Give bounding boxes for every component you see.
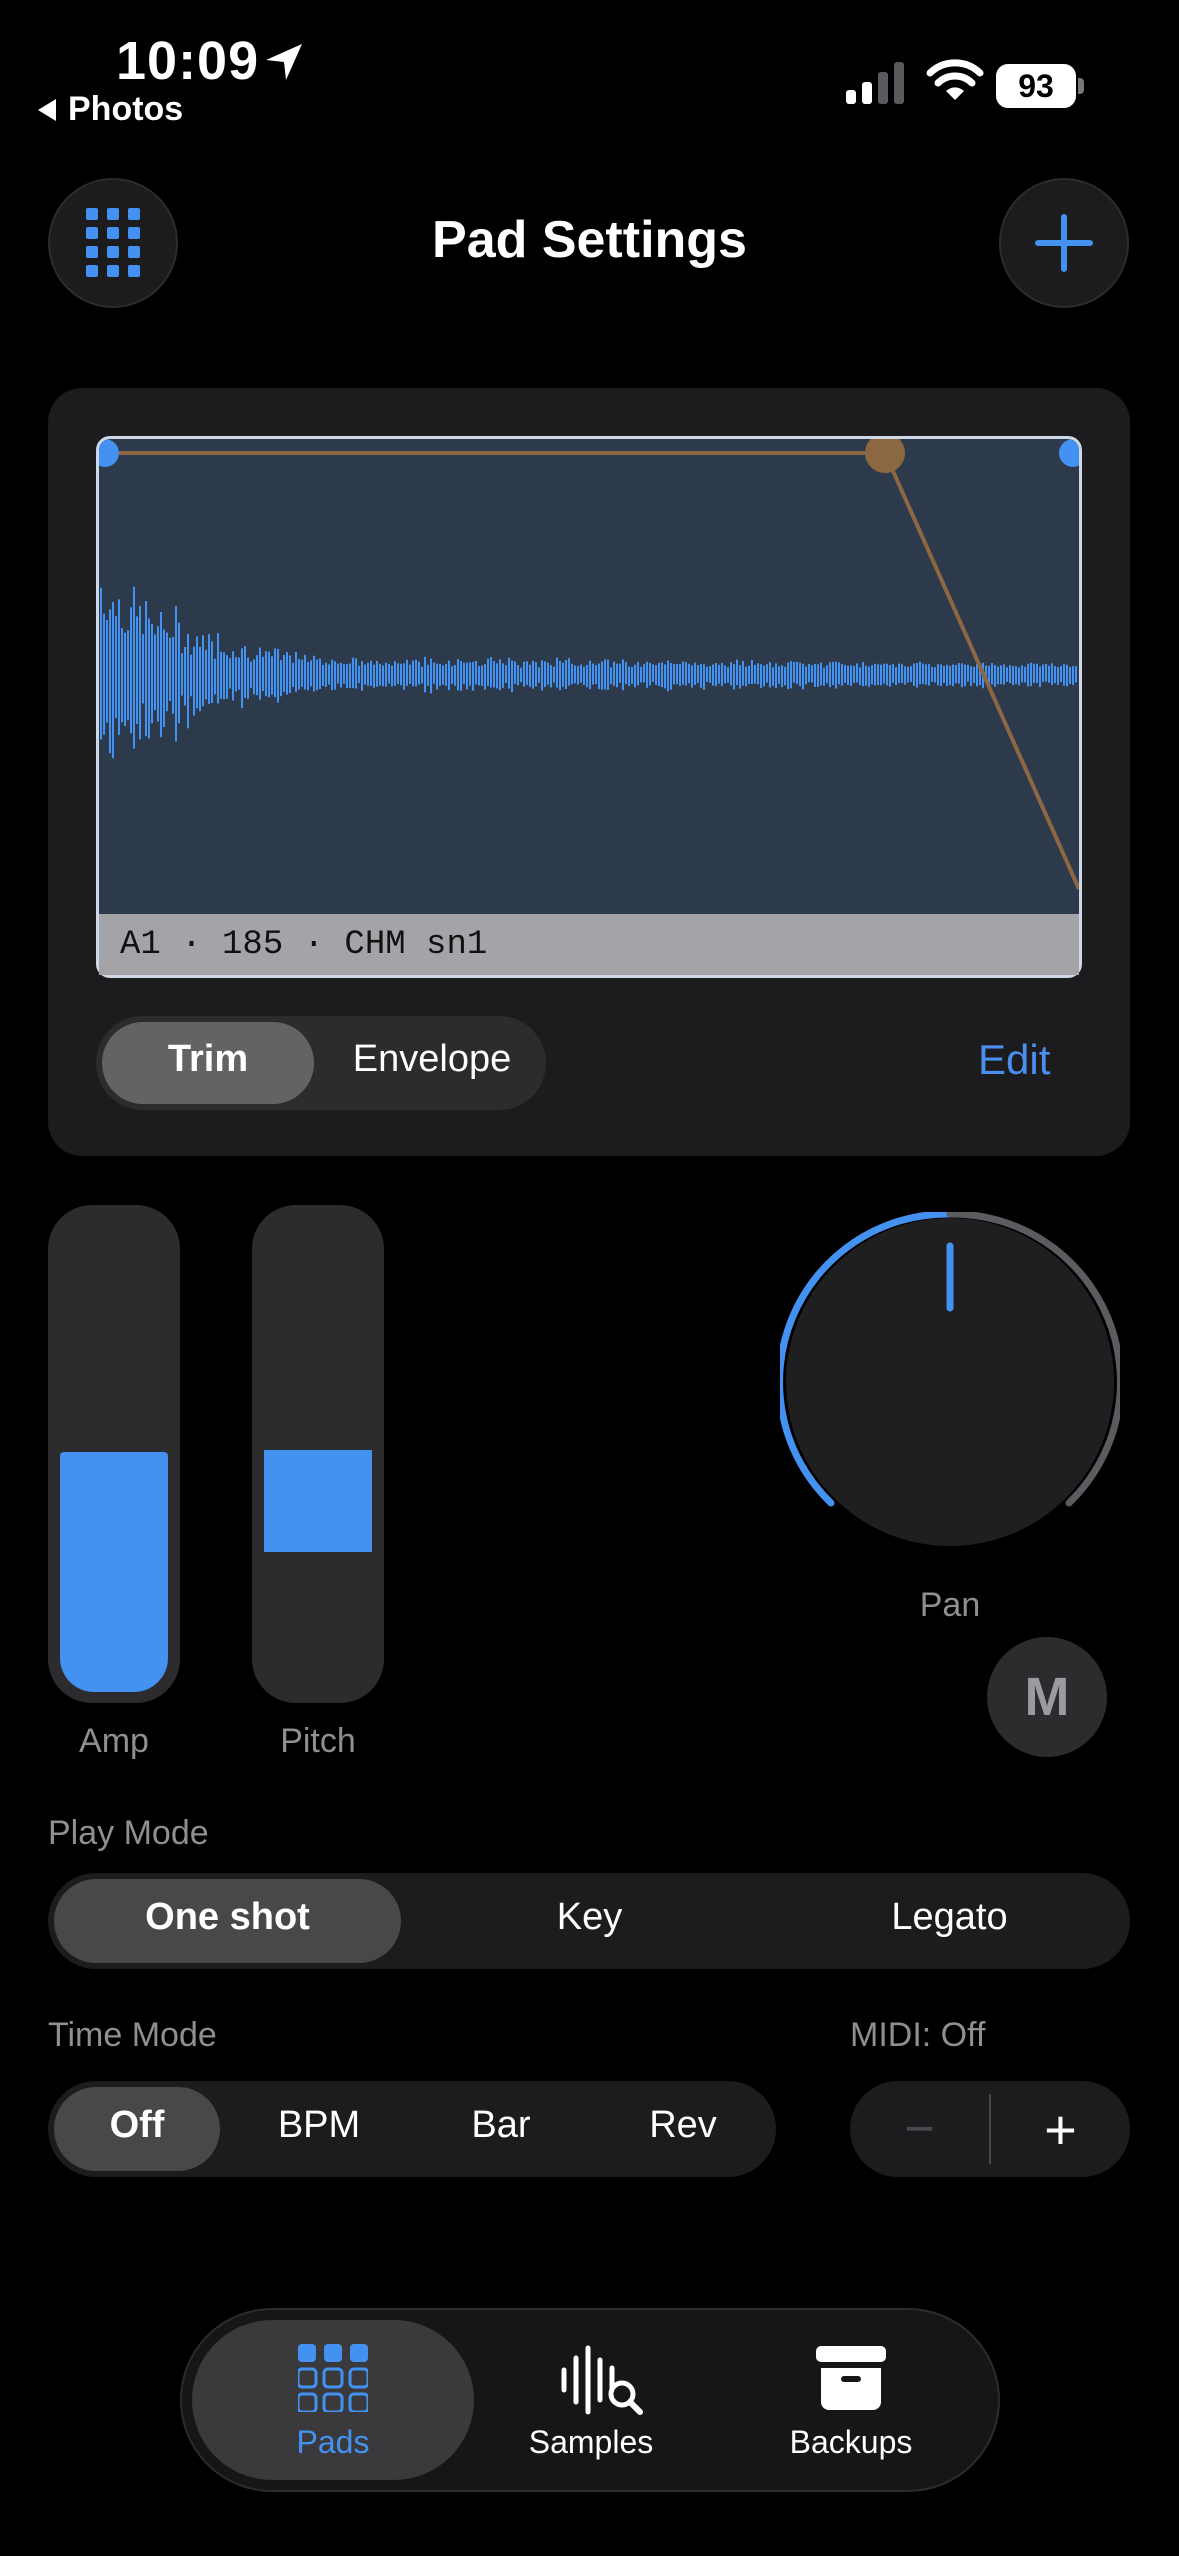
waveform [99,439,1079,890]
envelope-handle[interactable] [865,439,905,473]
trim-end-handle[interactable] [1059,439,1079,467]
tab-pads[interactable]: Pads [192,2320,474,2480]
midi-status: MIDI: Off [850,2016,986,2054]
time-mode-bpm[interactable]: BPM [236,2104,402,2147]
pan-knob[interactable] [780,1212,1120,1552]
archive-box-icon [816,2346,886,2410]
back-arrow-icon [38,98,56,121]
wifi-icon [926,59,984,100]
amp-slider-fill [60,1452,168,1692]
edit-button[interactable]: Edit [978,1036,1050,1084]
location-arrow-icon [266,44,302,80]
play-mode-heading: Play Mode [48,1814,209,1852]
pitch-slider-fill [264,1450,372,1552]
midi-decrement-button[interactable]: − [850,2081,989,2177]
status-time: 10:09 [116,31,260,91]
time-mode-rev[interactable]: Rev [600,2104,766,2147]
back-label: Photos [68,90,184,128]
waveform-editor[interactable] [96,436,1082,978]
battery-tip [1078,78,1084,94]
tab-backups[interactable]: Backups [760,2320,942,2480]
pitch-label: Pitch [280,1722,356,1760]
tab-pads-label: Pads [296,2424,370,2460]
tab-backups-label: Backups [789,2424,913,2460]
time-mode-heading: Time Mode [48,2016,217,2054]
cellular-signal-icon [846,62,904,104]
play-mode-key[interactable]: Key [416,1896,763,1939]
tab-samples[interactable]: Samples [500,2320,682,2480]
tab-trim[interactable]: Trim [102,1038,314,1081]
samples-waveform-search-icon [561,2345,643,2415]
tab-samples-label: Samples [528,2424,654,2460]
tab-envelope[interactable]: Envelope [326,1038,538,1081]
waveform-samples [100,586,1077,759]
plus-icon [1035,214,1093,272]
pads-grid-icon [298,2344,368,2412]
back-to-photos-link[interactable]: Photos [38,90,183,129]
time-mode-bar[interactable]: Bar [418,2104,584,2147]
battery-indicator: 93 [996,64,1076,108]
amp-label: Amp [79,1722,149,1760]
mute-button[interactable]: M [987,1637,1107,1757]
midi-increment-button[interactable]: + [991,2081,1130,2177]
time-mode-off[interactable]: Off [54,2104,220,2147]
sample-info-label: A1 · 185 · CHM sn1 [120,926,488,964]
play-mode-legato[interactable]: Legato [776,1896,1123,1939]
play-mode-one-shot[interactable]: One shot [54,1896,401,1939]
pan-label: Pan [919,1586,981,1624]
trim-start-handle[interactable] [99,439,119,467]
add-button[interactable] [999,178,1129,308]
